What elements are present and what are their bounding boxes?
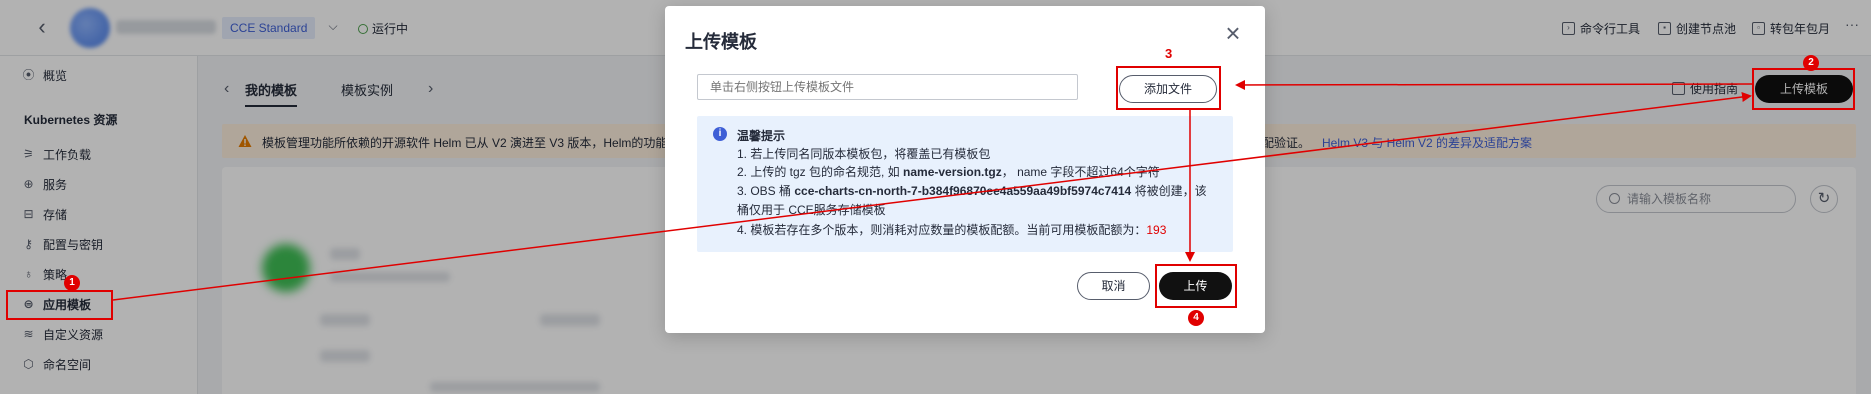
tips-panel: i 温馨提示 1. 若上传同名同版本模板包，将覆盖已有模板包 2. 上传的 tg… [697, 116, 1233, 252]
info-icon: i [713, 127, 727, 141]
highlight-app-templates [6, 290, 113, 320]
step-badge-3: 3 [1165, 46, 1173, 61]
highlight-add-file [1116, 66, 1221, 110]
tip-text: 3. OBS 桶 [737, 184, 795, 198]
highlight-upload [1155, 264, 1237, 308]
tip-bold: name-version.tgz [903, 165, 1002, 179]
dialog-title: 上传模板 [685, 32, 757, 52]
tip-text: 4. 模板若存在多个版本，则消耗对应数量的模板配额。当前可用模板配额为： [737, 223, 1147, 237]
tip-text: ， name 字段不超过64个字符 [1001, 165, 1160, 179]
tip-text: 将被创建，该 [1131, 184, 1207, 198]
tip-line: 桶仅用于 CCE服务存储模板 [737, 203, 886, 217]
highlight-upload-template [1752, 68, 1855, 110]
quota-value: 193 [1146, 223, 1167, 237]
tips-title: 温馨提示 [737, 129, 786, 143]
tip-line: 1. 若上传同名同版本模板包，将覆盖已有模板包 [737, 147, 991, 161]
step-badge-4: 4 [1188, 310, 1204, 326]
cancel-button[interactable]: 取消 [1077, 272, 1150, 300]
step-badge-1: 1 [64, 275, 80, 291]
upload-template-dialog: 上传模板 × 添加文件 3 i 温馨提示 1. 若上传同名同版本模板包，将覆盖已… [665, 6, 1265, 333]
obs-bucket-name: cce-charts-cn-north-7-b384f96870ee4a559a… [794, 184, 1132, 198]
tip-line: 3. OBS 桶 cce-charts-cn-north-7-b384f9687… [737, 183, 1207, 199]
tip-text: 2. 上传的 tgz 包的命名规范, 如 [737, 165, 904, 179]
template-file-input[interactable] [697, 74, 1078, 100]
close-icon[interactable]: × [1221, 20, 1245, 46]
tip-line: 2. 上传的 tgz 包的命名规范, 如 name-version.tgz， n… [737, 164, 1160, 180]
tip-line: 4. 模板若存在多个版本，则消耗对应数量的模板配额。当前可用模板配额为：193 [737, 222, 1166, 238]
step-badge-2: 2 [1803, 55, 1819, 71]
